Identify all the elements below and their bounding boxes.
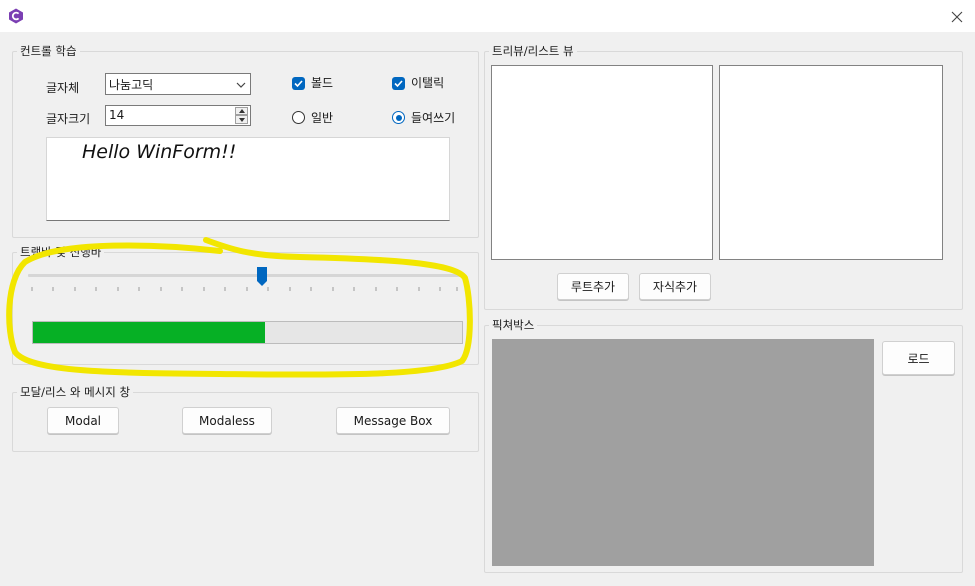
modaless-button[interactable]: Modaless: [182, 407, 272, 434]
tree-list-group-title: 트리뷰/리스트 뷰: [489, 44, 577, 58]
modal-group-title: 모달/리스 와 메시지 창: [17, 385, 134, 399]
add-root-button[interactable]: 루트추가: [557, 273, 629, 300]
add-child-button[interactable]: 자식추가: [639, 273, 711, 300]
modal-button[interactable]: Modal: [47, 407, 119, 434]
list-view[interactable]: [719, 65, 943, 260]
tree-view[interactable]: [491, 65, 713, 260]
load-button[interactable]: 로드: [882, 341, 955, 375]
messagebox-button[interactable]: Message Box: [336, 407, 450, 434]
picture-box: [492, 339, 874, 566]
picture-group-title: 픽쳐박스: [489, 318, 538, 332]
